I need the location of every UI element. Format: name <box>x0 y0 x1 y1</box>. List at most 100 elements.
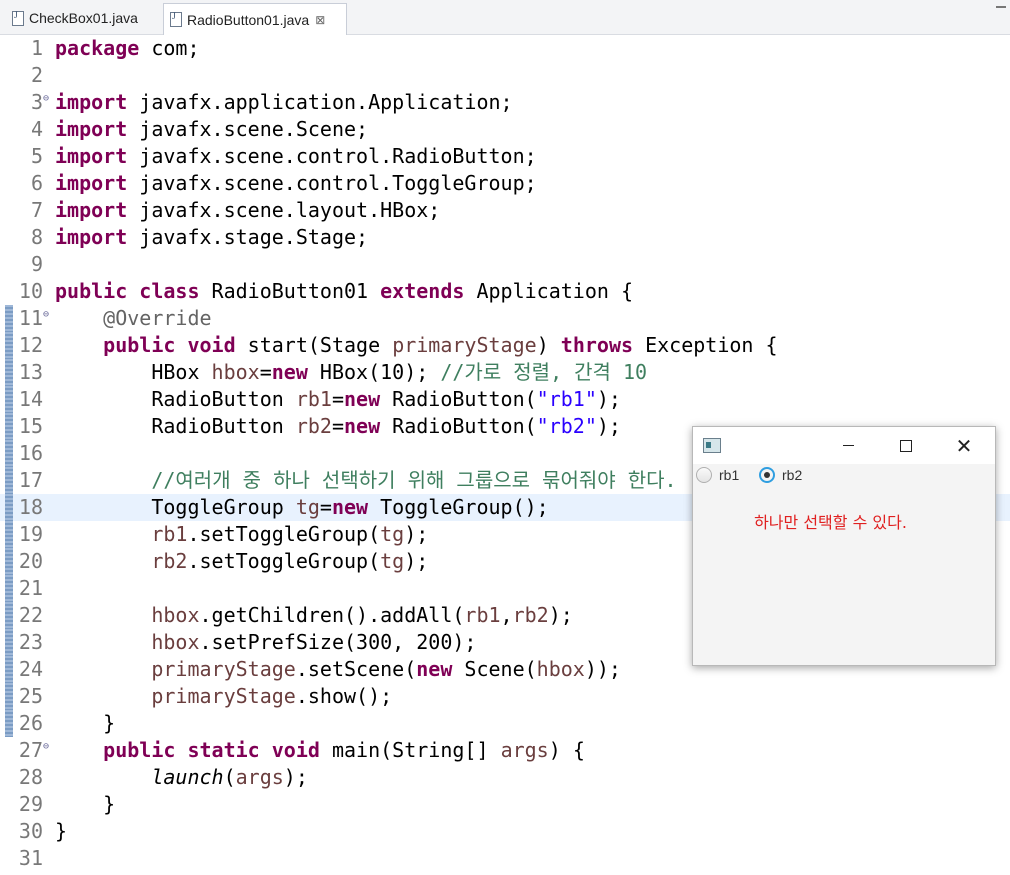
minimize-button[interactable] <box>819 427 877 464</box>
maximize-icon <box>900 439 912 452</box>
code-text: @Override <box>103 306 212 330</box>
maximize-button[interactable] <box>877 427 935 464</box>
code-text: ToggleGroup tg=new ToggleGroup(); <box>55 495 549 519</box>
code-text: primaryStage.show(); <box>151 684 393 708</box>
code-text: } <box>55 819 68 843</box>
code-line[interactable]: 7 import javafx.scene.layout.HBox; <box>0 197 1010 224</box>
code-line[interactable]: 31 <box>0 845 1010 872</box>
line-number: 3 <box>30 90 43 114</box>
code-text: public static void main(String[] args) { <box>103 738 585 762</box>
radio-rb2[interactable]: rb2 <box>759 465 802 485</box>
radio-label: rb1 <box>719 467 740 483</box>
code-text: import javafx.stage.Stage; <box>55 225 369 249</box>
tab-label: CheckBox01.java <box>29 10 138 26</box>
line-number: 9 <box>30 252 43 276</box>
java-file-icon <box>12 10 24 26</box>
line-number: 8 <box>30 225 43 249</box>
code-text: RadioButton rb1=new RadioButton("rb1"); <box>55 387 621 411</box>
radio-circle-selected-icon <box>759 467 775 483</box>
line-number: 14 <box>18 387 43 411</box>
line-number: 24 <box>18 657 43 681</box>
code-text: import javafx.scene.layout.HBox; <box>55 198 441 222</box>
close-button[interactable]: ✕ <box>935 427 993 464</box>
code-line[interactable]: 30} <box>0 818 1010 845</box>
line-number: 2 <box>30 63 43 87</box>
code-line[interactable]: 3 ⊖ import javafx.application.Application; <box>0 89 1010 116</box>
code-line[interactable]: 2 <box>0 62 1010 89</box>
line-number: 11 <box>18 306 43 330</box>
code-line[interactable]: 6 import javafx.scene.control.ToggleGroup… <box>0 170 1010 197</box>
window-titlebar[interactable]: ✕ <box>693 427 995 464</box>
line-number: 28 <box>18 765 43 789</box>
radio-label: rb2 <box>782 467 803 483</box>
code-text: hbox.getChildren().addAll(rb1,rb2); <box>151 603 573 627</box>
code-line[interactable]: 27 ⊖ public static void main(String[] arg… <box>0 737 1010 764</box>
line-number: 31 <box>18 846 43 870</box>
code-line[interactable]: 28 launch(args); <box>0 764 1010 791</box>
line-number: 5 <box>30 144 43 168</box>
radio-rb1[interactable]: rb1 <box>696 465 739 485</box>
code-line[interactable]: 26 } <box>0 710 1010 737</box>
code-text: hbox.setPrefSize(300, 200); <box>151 630 477 654</box>
code-text: launch(args); <box>151 765 308 789</box>
code-line[interactable]: 29 } <box>0 791 1010 818</box>
code-line[interactable]: 13 HBox hbox=new HBox(10); //가로 정렬, 간격 1… <box>0 359 1010 386</box>
line-number: 23 <box>18 630 43 654</box>
code-text: public class RadioButton01 extends Appli… <box>55 279 634 303</box>
annotation-note: 하나만 선택할 수 있다. <box>754 513 907 532</box>
line-number: 25 <box>18 684 43 708</box>
code-text: import javafx.scene.control.ToggleGroup; <box>55 171 537 195</box>
code-text: public void start(Stage primaryStage) th… <box>103 333 778 357</box>
code-text: } <box>55 792 116 816</box>
javafx-window: ✕ rb1 rb2 하나만 선택할 수 있다. <box>692 426 996 666</box>
line-number: 21 <box>18 576 43 600</box>
code-text: } <box>55 711 116 735</box>
code-line[interactable]: 12 public void start(Stage primaryStage)… <box>0 332 1010 359</box>
fold-icon[interactable]: ⊖ <box>43 85 49 112</box>
line-number: 27 <box>18 738 43 762</box>
close-tab-icon[interactable]: ⊠ <box>315 13 325 27</box>
code-text: rb1.setToggleGroup(tg); <box>151 522 429 546</box>
code-line[interactable]: 14 RadioButton rb1=new RadioButton("rb1"… <box>0 386 1010 413</box>
line-number: 29 <box>18 792 43 816</box>
window-content: rb1 rb2 하나만 선택할 수 있다. <box>693 464 995 665</box>
line-number: 10 <box>18 279 43 303</box>
line-number: 26 <box>18 711 43 735</box>
code-line[interactable]: 4 import javafx.scene.Scene; <box>0 116 1010 143</box>
code-text: RadioButton rb2=new RadioButton("rb2"); <box>55 414 621 438</box>
code-line[interactable]: 1 package com; <box>0 35 1010 62</box>
editor-tab-bar: CheckBox01.java RadioButton01.java ⊠ <box>0 0 1010 35</box>
tab-label: RadioButton01.java <box>187 11 310 28</box>
line-number: 16 <box>18 441 43 465</box>
fold-icon[interactable]: ⊖ <box>43 733 49 760</box>
line-number: 6 <box>30 171 43 195</box>
line-number: 30 <box>18 819 43 843</box>
line-number: 1 <box>30 36 43 60</box>
tab-checkbox01[interactable]: CheckBox01.java <box>6 4 160 32</box>
code-text: import javafx.scene.control.RadioButton; <box>55 144 537 168</box>
code-text: rb2.setToggleGroup(tg); <box>151 549 429 573</box>
code-text: HBox hbox=new HBox(10); //가로 정렬, 간격 10 <box>55 360 648 384</box>
code-text: import javafx.scene.Scene; <box>55 117 369 141</box>
view-menu-icon[interactable] <box>996 6 1006 14</box>
close-icon: ✕ <box>955 433 973 458</box>
fold-icon[interactable]: ⊖ <box>43 301 49 328</box>
line-number: 22 <box>18 603 43 627</box>
code-line[interactable]: 5 import javafx.scene.control.RadioButton… <box>0 143 1010 170</box>
code-line[interactable]: 25 primaryStage.show(); <box>0 683 1010 710</box>
tab-radiobutton01[interactable]: RadioButton01.java ⊠ <box>163 3 347 35</box>
code-line[interactable]: 8 import javafx.stage.Stage; <box>0 224 1010 251</box>
code-line[interactable]: 9 <box>0 251 1010 278</box>
java-file-icon <box>170 11 182 27</box>
line-number: 20 <box>18 549 43 573</box>
minimize-icon <box>842 445 854 446</box>
line-number: 4 <box>30 117 43 141</box>
app-icon <box>703 438 721 453</box>
code-text: package com; <box>55 36 200 60</box>
line-number: 7 <box>30 198 43 222</box>
line-number: 17 <box>18 468 43 492</box>
code-line[interactable]: 10 public class RadioButton01 extends App… <box>0 278 1010 305</box>
line-number: 12 <box>18 333 43 357</box>
code-line[interactable]: 11 ⊖ @Override <box>0 305 1010 332</box>
radio-circle-icon <box>696 467 712 483</box>
